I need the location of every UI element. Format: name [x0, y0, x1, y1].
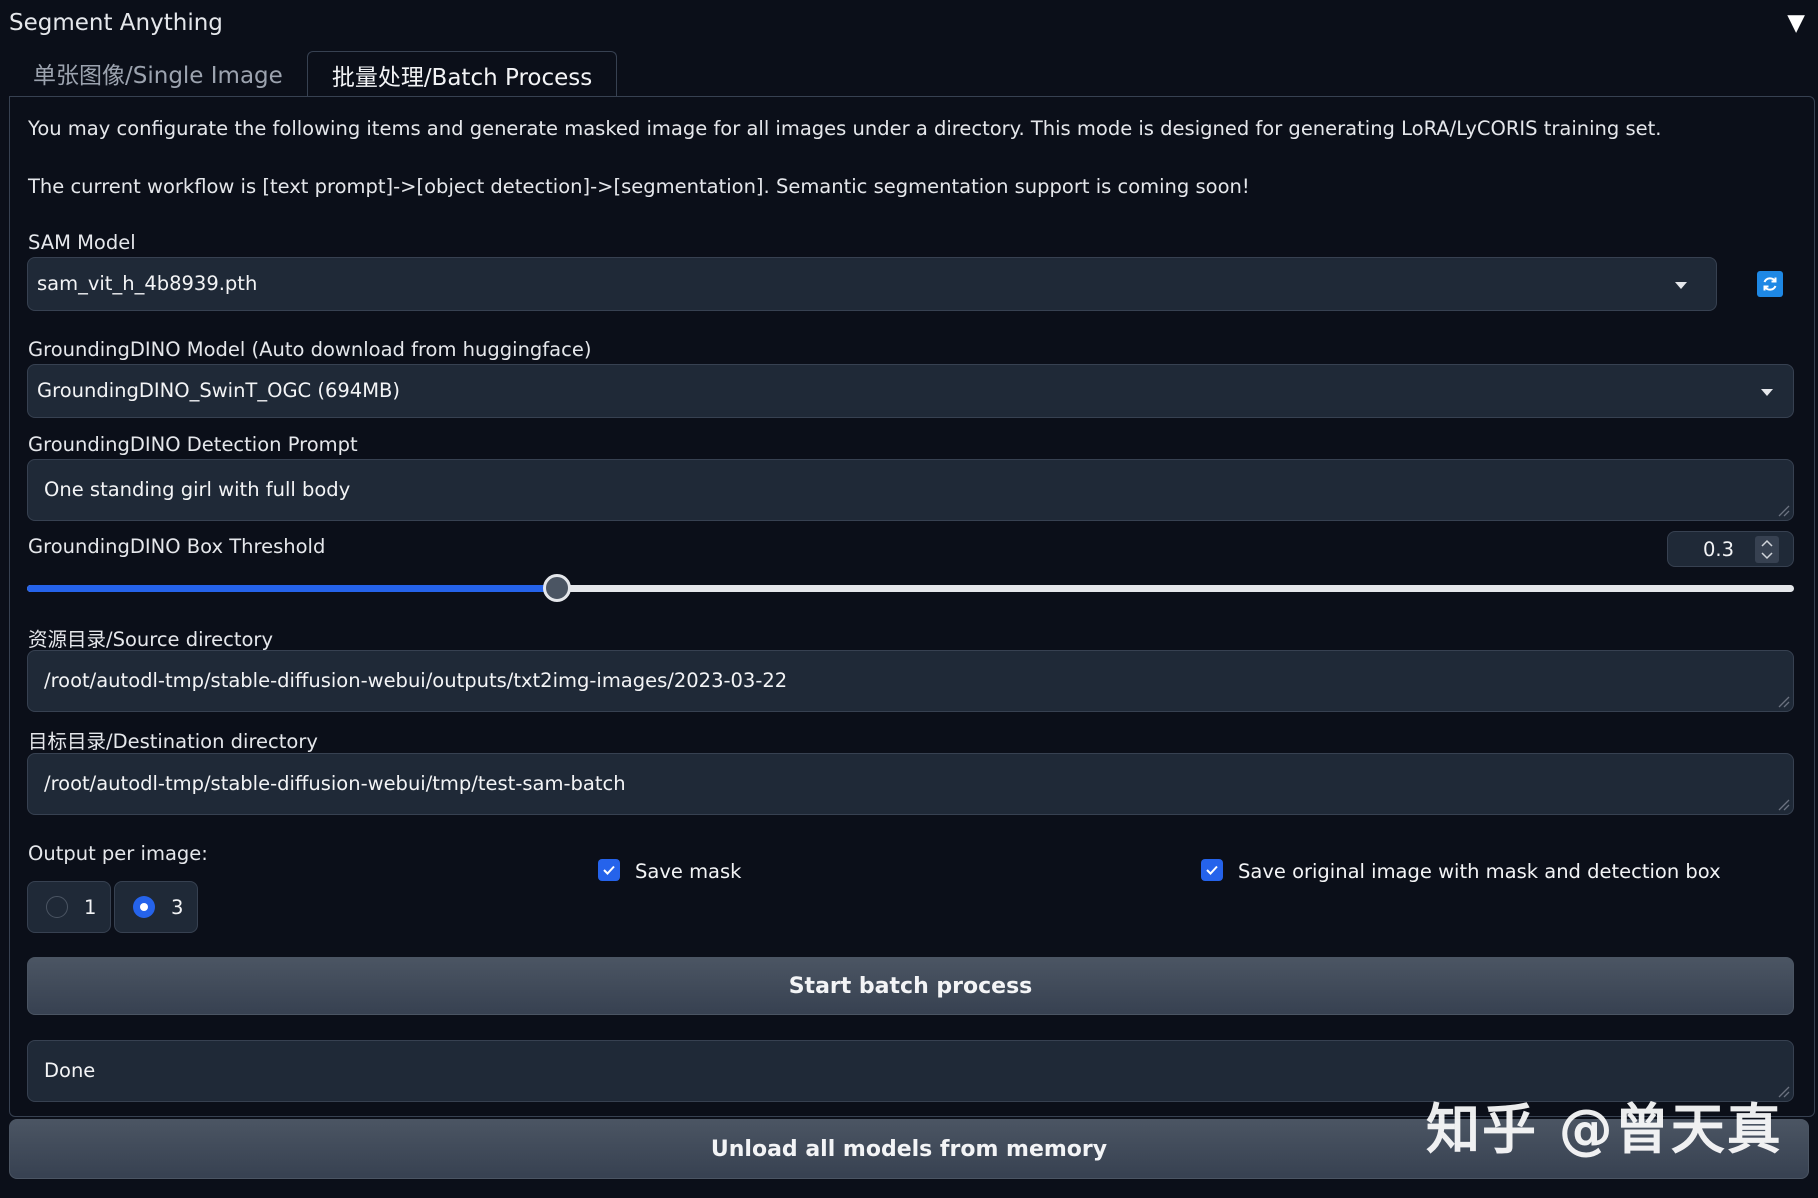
- resize-handle-icon[interactable]: [1774, 692, 1790, 708]
- accordion-header[interactable]: Segment Anything ▼: [0, 0, 1818, 46]
- spinner-arrows-icon[interactable]: [1754, 535, 1780, 564]
- tab-batch-process[interactable]: 批量处理/Batch Process: [306, 51, 618, 97]
- dino-model-label: GroundingDINO Model (Auto download from …: [28, 338, 592, 361]
- description-line-1: You may configurate the following items …: [28, 117, 1662, 140]
- save-original-checkbox[interactable]: [1201, 859, 1223, 881]
- dest-dir-value: /root/autodl-tmp/stable-diffusion-webui/…: [44, 772, 626, 795]
- tab-bar: 单张图像/Single Image 批量处理/Batch Process: [9, 50, 618, 97]
- checkmark-icon: [1206, 865, 1218, 875]
- save-mask-label[interactable]: Save mask: [635, 860, 741, 883]
- save-mask-checkbox[interactable]: [598, 859, 620, 881]
- box-threshold-slider[interactable]: [27, 574, 1794, 602]
- output-per-image-label: Output per image:: [28, 842, 208, 865]
- slider-thumb[interactable]: [543, 574, 571, 602]
- sam-model-value: sam_vit_h_4b8939.pth: [37, 272, 258, 295]
- box-threshold-value: 0.3: [1703, 538, 1735, 561]
- chevron-down-icon: [1761, 389, 1773, 396]
- description-line-2: The current workflow is [text prompt]->[…: [28, 175, 1250, 198]
- watermark: 知乎 @曾天真: [1426, 1098, 1783, 1161]
- dino-prompt-label: GroundingDINO Detection Prompt: [28, 433, 358, 456]
- slider-fill: [27, 585, 557, 592]
- radio-checked-icon: [133, 896, 155, 918]
- source-dir-value: /root/autodl-tmp/stable-diffusion-webui/…: [44, 669, 788, 692]
- resize-handle-icon[interactable]: [1774, 795, 1790, 811]
- output-option-3[interactable]: 3: [114, 881, 198, 933]
- dino-model-value: GroundingDINO_SwinT_OGC (694MB): [37, 379, 401, 402]
- dino-prompt-textarea[interactable]: One standing girl with full body: [27, 459, 1794, 521]
- source-dir-label: 资源目录/Source directory: [28, 628, 273, 651]
- radio-unchecked-icon: [46, 896, 68, 918]
- source-dir-textarea[interactable]: /root/autodl-tmp/stable-diffusion-webui/…: [27, 650, 1794, 712]
- status-text: Done: [44, 1059, 96, 1082]
- sam-model-label: SAM Model: [28, 231, 136, 254]
- refresh-arrows-icon: [1763, 277, 1777, 291]
- start-batch-process-button[interactable]: Start batch process: [27, 957, 1794, 1015]
- output-option-1-label: 1: [84, 895, 97, 919]
- sam-model-dropdown[interactable]: sam_vit_h_4b8939.pth: [27, 257, 1717, 311]
- output-option-1[interactable]: 1: [27, 881, 111, 933]
- save-original-label[interactable]: Save original image with mask and detect…: [1238, 860, 1721, 883]
- dest-dir-label: 目标目录/Destination directory: [28, 730, 318, 753]
- output-option-3-label: 3: [171, 895, 184, 919]
- dest-dir-textarea[interactable]: /root/autodl-tmp/stable-diffusion-webui/…: [27, 753, 1794, 815]
- dino-model-dropdown[interactable]: GroundingDINO_SwinT_OGC (694MB): [27, 364, 1794, 418]
- accordion-title: Segment Anything: [9, 10, 223, 36]
- refresh-icon[interactable]: [1757, 271, 1783, 297]
- collapse-arrow-icon[interactable]: ▼: [1787, 10, 1805, 36]
- box-threshold-label: GroundingDINO Box Threshold: [28, 535, 326, 558]
- batch-process-panel: You may configurate the following items …: [9, 96, 1815, 1117]
- tab-single-image[interactable]: 单张图像/Single Image: [9, 50, 307, 96]
- box-threshold-number-input[interactable]: 0.3: [1667, 531, 1794, 567]
- checkmark-icon: [603, 865, 615, 875]
- resize-handle-icon[interactable]: [1774, 501, 1790, 517]
- dino-prompt-value: One standing girl with full body: [44, 478, 351, 501]
- chevron-down-icon: [1675, 282, 1687, 289]
